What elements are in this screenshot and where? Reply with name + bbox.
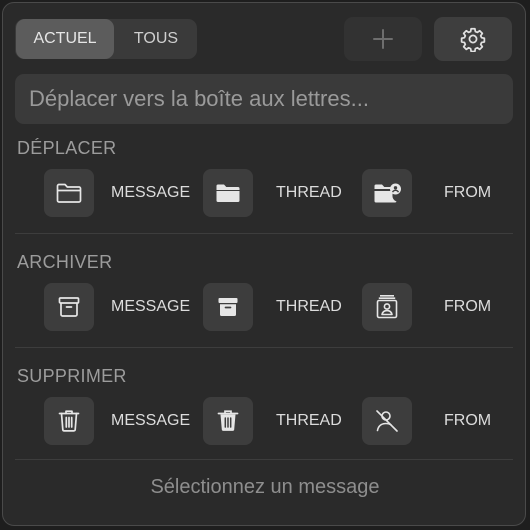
move-message-button[interactable] <box>44 169 94 217</box>
archive-thread-button[interactable] <box>203 283 253 331</box>
move-thread-label: THREAD <box>276 184 342 201</box>
section-title-delete: SUPPRIMER <box>17 366 127 386</box>
folder-outline-icon <box>55 181 83 205</box>
divider <box>15 459 513 460</box>
archive-message-label: MESSAGE <box>111 298 191 315</box>
archive-box-outline-icon <box>57 295 81 319</box>
delete-message-button[interactable] <box>44 397 94 445</box>
move-row: MESSAGE THREAD FROM <box>0 169 530 217</box>
scope-segmented-control: ACTUEL TOUS <box>15 19 197 59</box>
add-button[interactable] <box>344 17 422 61</box>
section-title-move: DÉPLACER <box>17 138 117 158</box>
gear-icon <box>460 26 486 52</box>
archive-row: MESSAGE THREAD FROM <box>0 283 530 331</box>
move-message-label: MESSAGE <box>111 184 191 201</box>
archive-message-button[interactable] <box>44 283 94 331</box>
move-from-button[interactable] <box>362 169 412 217</box>
divider <box>15 347 513 348</box>
divider <box>15 233 513 234</box>
plus-icon <box>372 28 394 50</box>
delete-from-button[interactable] <box>362 397 412 445</box>
delete-message-label: MESSAGE <box>111 412 191 429</box>
delete-row: MESSAGE THREAD FROM <box>0 397 530 445</box>
tab-all[interactable]: TOUS <box>115 19 197 59</box>
delete-from-label: FROM <box>444 412 492 429</box>
archive-from-button[interactable] <box>362 283 412 331</box>
trash-outline-icon <box>57 408 81 434</box>
delete-thread-label: THREAD <box>276 412 342 429</box>
person-slash-icon <box>374 408 400 434</box>
folder-filled-icon <box>214 181 242 205</box>
mailbox-search-input[interactable]: Déplacer vers la boîte aux lettres... <box>15 74 513 124</box>
settings-button[interactable] <box>434 17 512 61</box>
archive-box-filled-icon <box>216 295 240 319</box>
archive-person-icon <box>375 294 399 320</box>
archive-from-label: FROM <box>444 298 492 315</box>
archive-thread-label: THREAD <box>276 298 342 315</box>
tab-current[interactable]: ACTUEL <box>16 19 114 59</box>
folder-person-icon <box>372 180 402 206</box>
status-message: Sélectionnez un message <box>150 476 380 498</box>
move-thread-button[interactable] <box>203 169 253 217</box>
trash-filled-icon <box>216 408 240 434</box>
move-from-label: FROM <box>444 184 492 201</box>
section-title-archive: ARCHIVER <box>17 252 113 272</box>
delete-thread-button[interactable] <box>203 397 253 445</box>
